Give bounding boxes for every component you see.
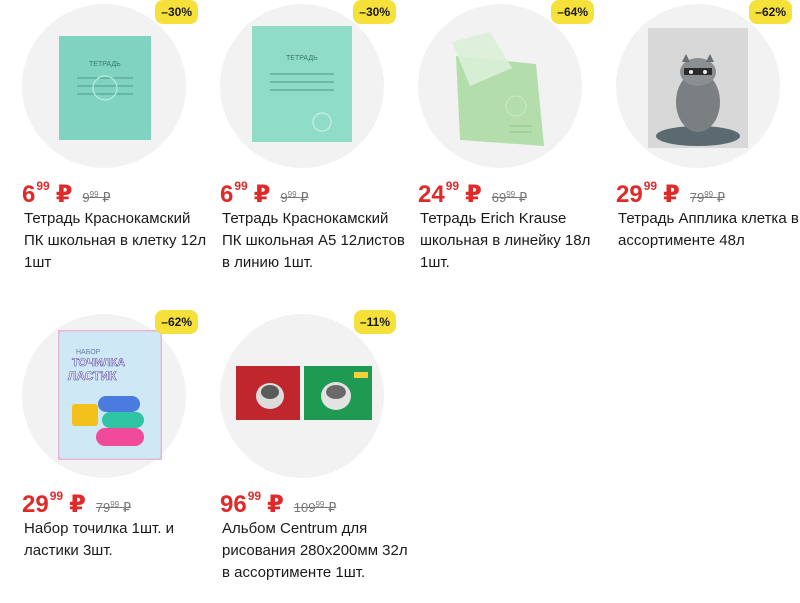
old-price: 999 ₽	[280, 190, 309, 205]
discount-badge: –62%	[155, 310, 198, 334]
old-price: 999 ₽	[82, 190, 111, 205]
product-card[interactable]: –62% 2999 ₽ 7999 ₽ Тетрадь Апплика клетка…	[606, 0, 799, 249]
old-price: 6999 ₽	[491, 190, 528, 205]
product-card[interactable]: ТЕТРАДЬ –30% 699 ₽ 999 ₽ Тетрадь Краснока…	[12, 0, 206, 271]
price-row: 2499 ₽ 6999 ₽	[418, 172, 527, 209]
sharpener-eraser-set-thumbnail: НАБОР ТОЧИЛКА ЛАСТИК	[58, 330, 162, 460]
product-title[interactable]: Тетрадь Erich Krause школьная в линейку …	[420, 208, 606, 274]
pack-text: НАБОР	[76, 349, 101, 356]
current-price: 699 ₽	[22, 179, 73, 208]
old-price: 10999 ₽	[293, 500, 337, 515]
old-price: 7999 ₽	[95, 500, 132, 515]
product-image[interactable]: ТЕТРАДЬ –30%	[22, 0, 198, 168]
product-image[interactable]: –62%	[616, 0, 792, 168]
current-price: 9699 ₽	[220, 489, 284, 518]
product-title[interactable]: Тетрадь Краснокамский ПК школьная в клет…	[24, 208, 210, 274]
current-price: 2999 ₽	[616, 179, 680, 208]
product-image[interactable]: НАБОР ТОЧИЛКА ЛАСТИК –62%	[22, 310, 198, 478]
product-image[interactable]: –64%	[418, 0, 594, 168]
product-card[interactable]: –64% 2499 ₽ 6999 ₽ Тетрадь Erich Krause ш…	[408, 0, 596, 271]
product-title[interactable]: Альбом Centrum для рисования 280х200мм 3…	[222, 518, 408, 584]
product-image[interactable]: –11%	[220, 310, 396, 478]
current-price: 2999 ₽	[22, 489, 86, 518]
current-price: 2499 ₽	[418, 179, 482, 208]
product-title[interactable]: Набор точилка 1шт. и ластики 3шт.	[24, 518, 210, 562]
pack-text: ЛАСТИК	[68, 369, 117, 383]
product-card[interactable]: ТЕТРАДЬ –30% 699 ₽ 999 ₽ Тетрадь Краснока…	[210, 0, 405, 271]
discount-badge: –30%	[155, 0, 198, 24]
product-title[interactable]: Тетрадь Апплика клетка в ассортименте 48…	[618, 208, 800, 252]
product-card[interactable]: –11% 9699 ₽ 10999 ₽ Альбом Centrum для ри…	[210, 310, 408, 581]
pack-text: ТОЧИЛКА	[72, 357, 125, 369]
current-price: 699 ₽	[220, 179, 271, 208]
price-row: 2999 ₽ 7999 ₽	[22, 482, 131, 519]
old-price: 7999 ₽	[689, 190, 726, 205]
product-card[interactable]: НАБОР ТОЧИЛКА ЛАСТИК –62% 2999 ₽ 7999 ₽ Н…	[12, 310, 200, 559]
discount-badge: –64%	[551, 0, 594, 24]
notebook-thumbnail	[648, 28, 748, 148]
product-image[interactable]: ТЕТРАДЬ –30%	[220, 0, 396, 168]
price-row: 9699 ₽ 10999 ₽	[220, 482, 336, 519]
notebook-thumbnail	[452, 32, 544, 146]
cover-text: ТЕТРАДЬ	[286, 55, 318, 62]
price-row: 2999 ₽ 7999 ₽	[616, 172, 725, 209]
price-row: 699 ₽ 999 ₽	[22, 172, 110, 209]
price-row: 699 ₽ 999 ₽	[220, 172, 308, 209]
discount-badge: –11%	[353, 310, 396, 334]
discount-badge: –30%	[353, 0, 396, 24]
discount-badge: –62%	[749, 0, 792, 24]
cover-text: ТЕТРАДЬ	[89, 61, 121, 68]
album-thumbnail	[236, 366, 372, 420]
notebook-thumbnail: ТЕТРАДЬ	[252, 26, 352, 142]
product-title[interactable]: Тетрадь Краснокамский ПК школьная А5 12л…	[222, 208, 408, 274]
notebook-thumbnail: ТЕТРАДЬ	[59, 36, 151, 140]
